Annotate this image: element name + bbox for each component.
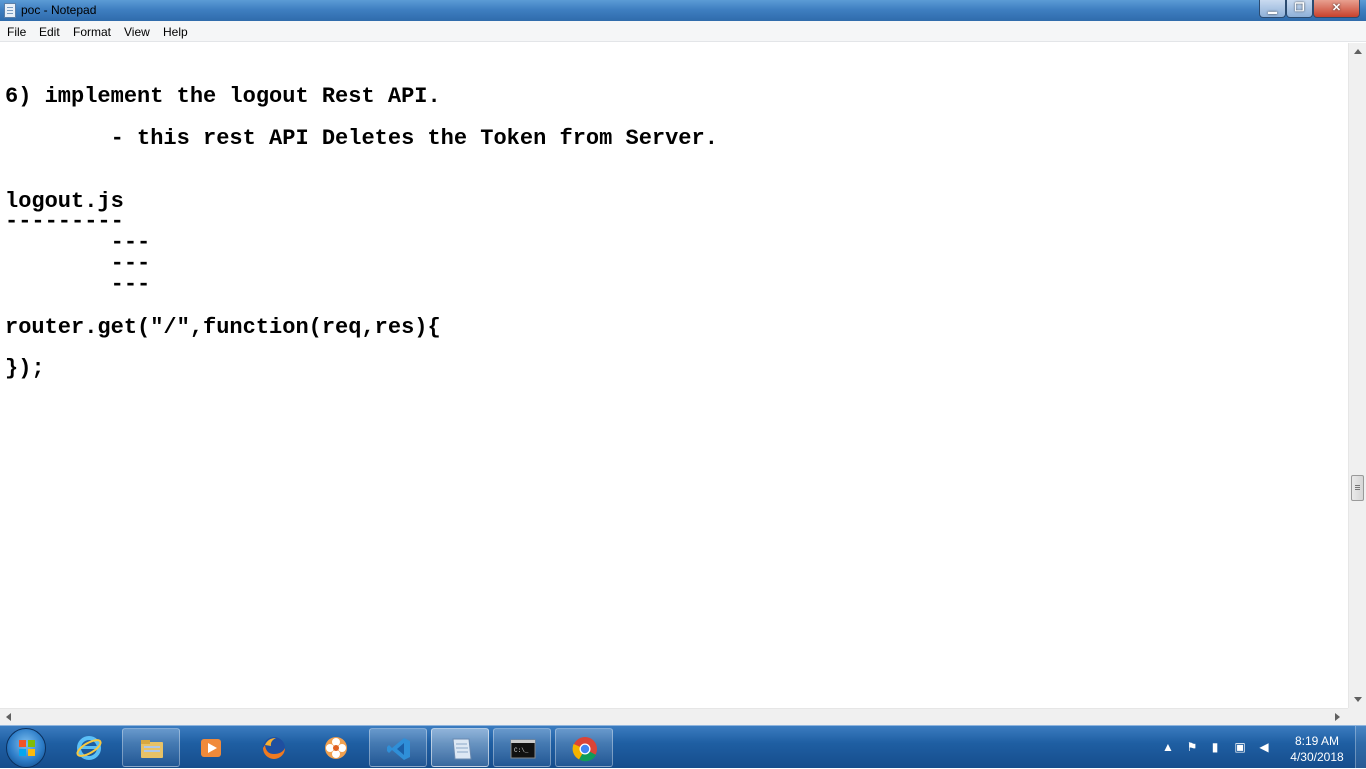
menu-help[interactable]: Help bbox=[163, 25, 188, 39]
volume-icon[interactable]: ◀ bbox=[1257, 741, 1271, 754]
vertical-scroll-thumb[interactable] bbox=[1351, 475, 1364, 501]
taskbar-media-player[interactable] bbox=[182, 728, 240, 767]
editor-line: - this rest API Deletes the Token from S… bbox=[5, 126, 718, 151]
taskbar-internet-explorer[interactable] bbox=[60, 728, 118, 767]
editor-line: 6) implement the logout Rest API. bbox=[5, 84, 441, 109]
editor-line: }); bbox=[5, 356, 45, 381]
menu-format[interactable]: Format bbox=[73, 25, 111, 39]
maximize-button[interactable]: ❐ bbox=[1286, 0, 1313, 18]
minimize-button[interactable]: ▁ bbox=[1259, 0, 1286, 18]
taskbar-vscode[interactable] bbox=[369, 728, 427, 767]
vertical-scrollbar[interactable] bbox=[1348, 43, 1366, 708]
menu-bar: File Edit Format View Help bbox=[0, 21, 1366, 42]
window-title: poc - Notepad bbox=[21, 3, 97, 17]
horizontal-scrollbar[interactable] bbox=[0, 708, 1348, 725]
taskbar-app-flower[interactable] bbox=[307, 728, 365, 767]
editor-line: router.get("/",function(req,res){ bbox=[5, 315, 441, 340]
firefox-icon bbox=[263, 737, 285, 759]
notepad-app-icon[interactable] bbox=[4, 3, 16, 18]
taskbar-firefox[interactable] bbox=[245, 728, 303, 767]
notepad-icon bbox=[452, 738, 472, 760]
taskbar-command-prompt[interactable]: C:\_ bbox=[493, 728, 551, 767]
close-button[interactable]: ✕ bbox=[1313, 0, 1360, 18]
ie-icon bbox=[76, 736, 102, 760]
scrollbar-corner bbox=[1348, 708, 1366, 725]
taskbar: C:\_ ▲ ⚑ ▮ ▣ ◀ 8:19 AM 4/30/2018 bbox=[0, 725, 1366, 769]
svg-text:C:\_: C:\_ bbox=[514, 747, 529, 754]
menu-edit[interactable]: Edit bbox=[39, 25, 60, 39]
scroll-up-arrow-icon[interactable] bbox=[1354, 49, 1362, 54]
scroll-down-arrow-icon[interactable] bbox=[1354, 697, 1362, 702]
menu-view[interactable]: View bbox=[124, 25, 150, 39]
flower-icon bbox=[325, 737, 347, 759]
folder-icon bbox=[141, 740, 163, 758]
editor-line: --- bbox=[5, 272, 151, 297]
chrome-icon bbox=[572, 737, 597, 762]
close-icon: ✕ bbox=[1331, 2, 1342, 14]
play-icon bbox=[201, 739, 221, 757]
action-center-flag-icon[interactable]: ⚑ bbox=[1185, 741, 1199, 754]
show-desktop-button[interactable] bbox=[1355, 726, 1366, 769]
restore-icon: ❐ bbox=[1294, 2, 1305, 14]
scroll-right-arrow-icon[interactable] bbox=[1335, 713, 1340, 721]
menu-file[interactable]: File bbox=[7, 25, 26, 39]
clock-time[interactable]: 8:19 AM bbox=[1282, 734, 1352, 748]
text-editor[interactable]: 6) implement the logout Rest API. - this… bbox=[0, 43, 1348, 708]
start-button[interactable] bbox=[6, 728, 46, 768]
taskbar-file-explorer[interactable] bbox=[122, 728, 180, 767]
power-icon[interactable]: ▮ bbox=[1208, 741, 1222, 754]
vscode-icon bbox=[387, 738, 410, 760]
title-bar[interactable]: poc - Notepad ▁ ❐ ✕ bbox=[0, 0, 1366, 21]
network-icon[interactable]: ▣ bbox=[1233, 741, 1247, 754]
scroll-left-arrow-icon[interactable] bbox=[6, 713, 11, 721]
show-hidden-icons-icon[interactable]: ▲ bbox=[1161, 741, 1175, 754]
minimize-icon: ▁ bbox=[1268, 2, 1277, 14]
taskbar-notepad[interactable] bbox=[431, 728, 489, 767]
taskbar-chrome[interactable] bbox=[555, 728, 613, 767]
clock-date[interactable]: 4/30/2018 bbox=[1282, 750, 1352, 764]
cmd-icon: C:\_ bbox=[510, 739, 536, 759]
